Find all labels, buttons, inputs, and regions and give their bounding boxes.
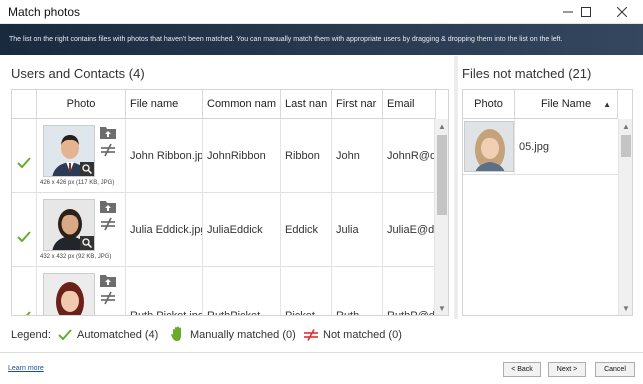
users-section-title: Users and Contacts (4) bbox=[11, 66, 145, 81]
column-header-common-name-label: Common nam bbox=[207, 98, 277, 110]
file-name-cell: 05.jpg bbox=[519, 141, 549, 153]
table-row[interactable]: 426 x 426 px (117 KB, JPG) John Ribbon.j… bbox=[12, 119, 435, 193]
common-name-cell: JuliaEddick bbox=[203, 193, 281, 267]
photo-caption: 426 x 426 px (117 KB, JPG) bbox=[40, 180, 115, 186]
users-grid[interactable]: Photo File name Common nam ▲ Last nan Fi… bbox=[11, 89, 449, 316]
maximize-button[interactable] bbox=[571, 0, 601, 24]
check-icon bbox=[25, 310, 31, 315]
legend-not-matched: Not matched (0) bbox=[323, 329, 402, 341]
first-name-cell: Julia bbox=[332, 193, 383, 267]
status-cell bbox=[12, 267, 37, 315]
table-row[interactable]: 05.jpg bbox=[463, 119, 618, 175]
last-name-cell: Picket bbox=[281, 267, 332, 315]
close-icon bbox=[617, 7, 627, 17]
email-cell: RuthP@ds bbox=[387, 310, 435, 316]
footer: Learn more < Back Next > Cancel bbox=[0, 352, 643, 384]
hand-icon bbox=[171, 326, 181, 341]
users-vertical-scrollbar[interactable]: ▲ ▼ bbox=[434, 119, 448, 315]
back-button[interactable]: < Back bbox=[503, 362, 541, 377]
upload-folder-icon[interactable] bbox=[100, 273, 116, 287]
woman-blonde-portrait-image bbox=[465, 122, 513, 171]
woman-redhair-portrait-image bbox=[44, 274, 94, 315]
scroll-thumb[interactable] bbox=[621, 135, 631, 157]
next-button[interactable]: Next > bbox=[548, 362, 586, 377]
first-name-cell: John bbox=[332, 119, 383, 193]
panel-splitter[interactable] bbox=[454, 56, 458, 319]
column-header-email[interactable]: Email bbox=[383, 90, 436, 119]
learn-more-link[interactable]: Learn more bbox=[8, 365, 44, 372]
user-photo[interactable] bbox=[43, 273, 95, 315]
common-name-cell: RuthPicket bbox=[203, 267, 281, 315]
check-icon bbox=[58, 329, 72, 340]
window-title: Match photos bbox=[8, 5, 81, 19]
column-header-last-name[interactable]: Last nan bbox=[281, 90, 332, 119]
upload-folder-icon[interactable] bbox=[100, 199, 116, 213]
legend-manually-matched: Manually matched (0) bbox=[190, 329, 296, 341]
column-header-common-name[interactable]: Common nam ▲ bbox=[203, 90, 281, 119]
photo-cell bbox=[463, 119, 515, 175]
status-cell bbox=[12, 119, 37, 193]
column-header-photo[interactable]: Photo bbox=[463, 90, 515, 119]
not-equal-icon[interactable] bbox=[100, 217, 116, 231]
scroll-down-icon[interactable]: ▼ bbox=[435, 301, 448, 315]
photo-cell bbox=[37, 267, 126, 315]
maximize-icon bbox=[581, 7, 591, 17]
scroll-up-icon[interactable]: ▲ bbox=[435, 119, 448, 133]
check-icon bbox=[17, 156, 31, 168]
common-name-cell: JohnRibbon bbox=[203, 119, 281, 193]
not-equal-icon[interactable] bbox=[100, 143, 116, 157]
table-row[interactable]: Ruth Picket.jpg RuthPicket Picket Ruth R… bbox=[12, 267, 435, 316]
last-name-cell: Ribbon bbox=[281, 119, 332, 193]
check-icon bbox=[17, 230, 31, 242]
banner-text: The list on the right contains files wit… bbox=[9, 36, 563, 43]
scroll-down-icon[interactable]: ▼ bbox=[619, 301, 632, 315]
user-photo[interactable] bbox=[43, 199, 95, 251]
user-photo[interactable] bbox=[43, 125, 95, 177]
close-button[interactable] bbox=[607, 0, 637, 24]
info-banner: The list on the right contains files wit… bbox=[0, 24, 643, 55]
cancel-button[interactable]: Cancel bbox=[595, 362, 635, 377]
column-header-first-name[interactable]: First nar bbox=[332, 90, 383, 119]
magnifier-icon bbox=[82, 238, 92, 248]
file-name-cell: Ruth Picket.jpg bbox=[126, 267, 203, 315]
zoom-button[interactable] bbox=[80, 162, 94, 176]
email-cell: JuliaE@ds bbox=[387, 224, 435, 236]
last-name-cell: Eddick bbox=[281, 193, 332, 267]
column-header-file-name-label: File Name bbox=[540, 98, 592, 110]
zoom-button[interactable] bbox=[80, 236, 94, 250]
files-section-title: Files not matched (21) bbox=[462, 66, 592, 81]
photo-cell: 432 x 432 px (92 KB, JPG) bbox=[37, 193, 126, 267]
column-header-photo[interactable]: Photo bbox=[37, 90, 126, 119]
legend: Legend: Automatched (4) Manually matched… bbox=[0, 323, 643, 349]
first-name-cell: Ruth bbox=[332, 267, 383, 315]
title-bar: Match photos bbox=[0, 0, 643, 24]
magnifier-icon bbox=[82, 164, 92, 174]
photo-caption: 432 x 432 px (92 KB, JPG) bbox=[40, 254, 112, 260]
upload-folder-icon[interactable] bbox=[100, 125, 116, 139]
status-cell bbox=[12, 193, 37, 267]
file-photo[interactable] bbox=[464, 121, 514, 172]
column-header-file-name[interactable]: File name bbox=[126, 90, 203, 119]
legend-label: Legend: bbox=[11, 329, 51, 341]
photo-cell: 426 x 426 px (117 KB, JPG) bbox=[37, 119, 126, 193]
column-header-status[interactable] bbox=[12, 90, 37, 119]
files-vertical-scrollbar[interactable]: ▲ ▼ bbox=[618, 119, 632, 315]
legend-automatched: Automatched (4) bbox=[77, 329, 159, 341]
sort-ascending-icon: ▲ bbox=[603, 99, 611, 109]
table-row[interactable]: 432 x 432 px (92 KB, JPG) Julia Eddick.j… bbox=[12, 193, 435, 267]
column-header-file-name[interactable]: File Name ▲ bbox=[515, 90, 618, 119]
file-name-cell: John Ribbon.jpg bbox=[126, 119, 203, 193]
files-grid[interactable]: Photo File Name ▲ 05.jpg ▲ ▼ bbox=[462, 89, 633, 316]
file-name-cell: Julia Eddick.jpg bbox=[126, 193, 203, 267]
scroll-thumb[interactable] bbox=[437, 135, 447, 215]
scroll-up-icon[interactable]: ▲ bbox=[619, 119, 632, 133]
not-equal-icon[interactable] bbox=[100, 291, 116, 305]
email-cell: JohnR@ds bbox=[387, 150, 435, 162]
not-equal-red-icon bbox=[304, 329, 318, 341]
